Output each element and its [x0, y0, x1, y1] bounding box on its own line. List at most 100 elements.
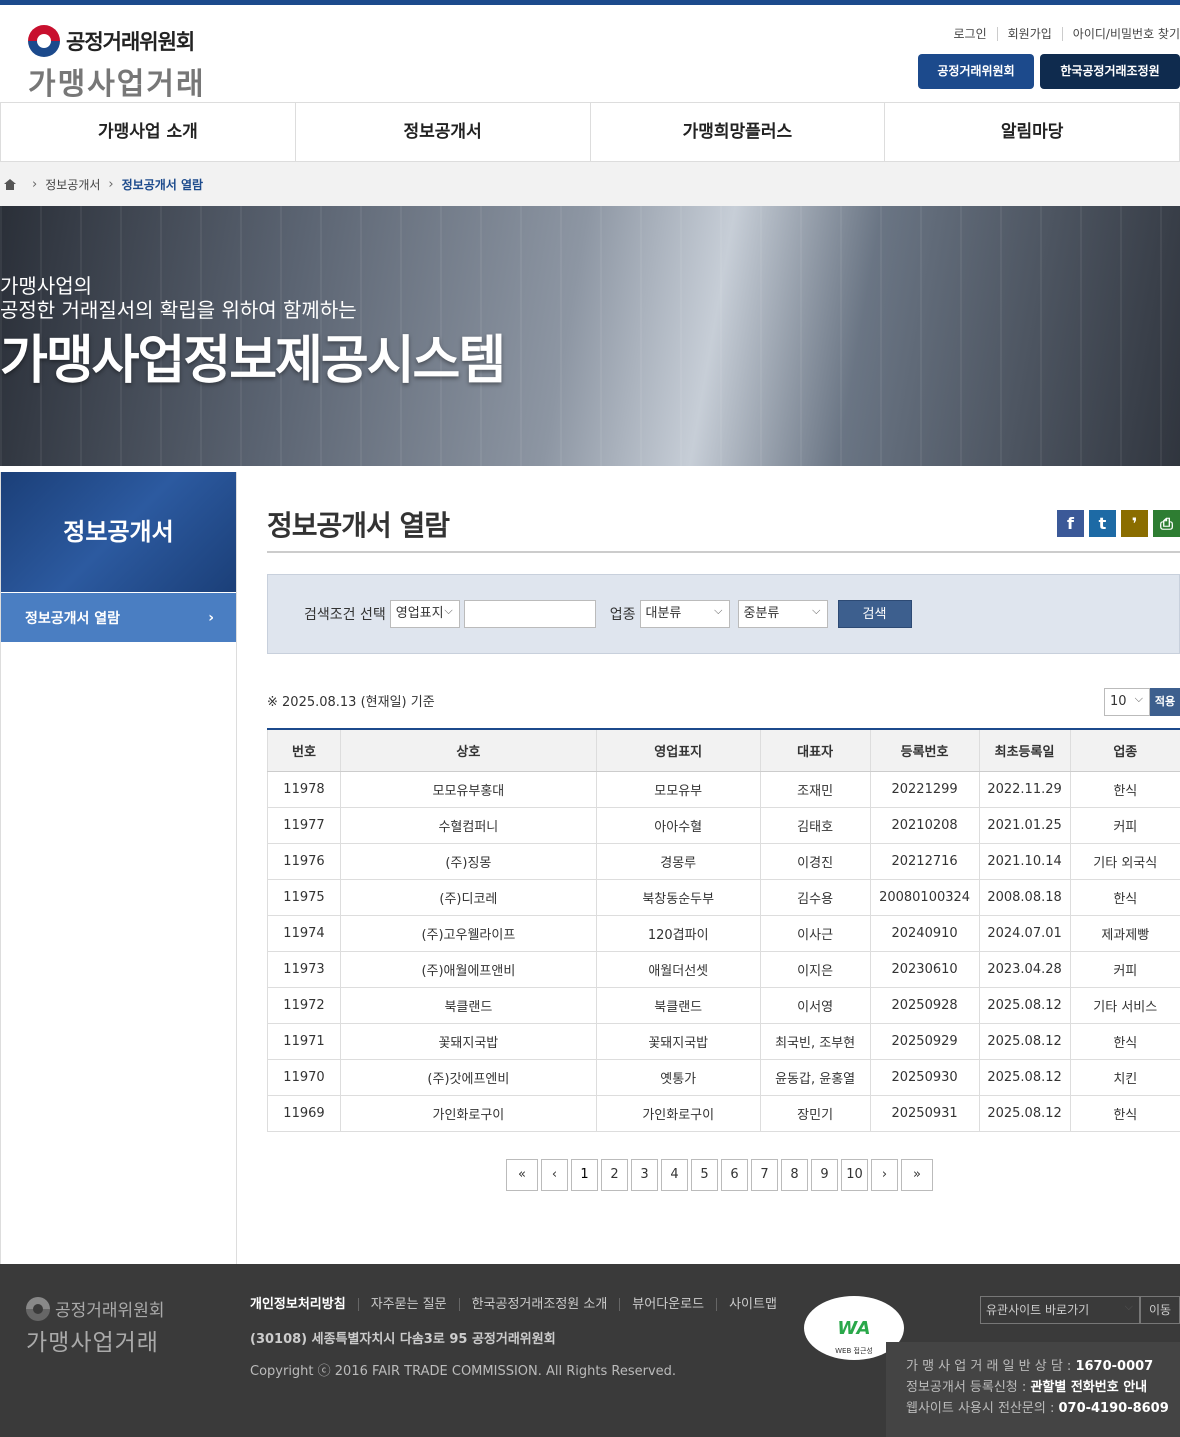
table-cell[interactable]: (주)고우웰라이프: [339, 915, 597, 952]
footer-link-kofair[interactable]: 한국공정거래조정원 소개: [458, 1298, 620, 1311]
page-number-button[interactable]: 6: [721, 1159, 748, 1191]
table-cell[interactable]: (주)애월에프앤비: [339, 951, 597, 988]
login-link[interactable]: 로그인: [943, 27, 996, 41]
table-row[interactable]: 11974 (주)고우웰라이프 120겹파이 이사근 20240910 2024.07.0…: [267, 915, 1180, 952]
table-cell[interactable]: 가인화로구이: [339, 1095, 597, 1132]
page-number-button[interactable]: 8: [781, 1159, 808, 1191]
print-icon[interactable]: ⎙: [1153, 510, 1180, 537]
page-number-button[interactable]: 9: [811, 1159, 838, 1191]
next-page-button[interactable]: ›: [871, 1159, 898, 1191]
table-cell: 20212716: [869, 843, 980, 880]
page-number-button[interactable]: 7: [751, 1159, 778, 1191]
table-row[interactable]: 11971 꽃돼지국밥 꽃돼지국밥 최국빈, 조부현 20250929 2025.08.1…: [267, 1023, 1180, 1060]
table-row[interactable]: 11975 (주)디코레 북창동순두부 김수용 20080100324 2008.08.1…: [267, 879, 1180, 916]
table-cell: 2021.01.25: [978, 807, 1071, 844]
footer-link-privacy[interactable]: 개인정보처리방침: [250, 1298, 358, 1311]
contact-value: 1670-0007: [1075, 1359, 1154, 1374]
table-cell[interactable]: 모모유부홍대: [339, 771, 597, 808]
table-cell: 조재민: [759, 771, 871, 808]
share-buttons: f t ❜ ⎙: [1057, 510, 1180, 537]
search-condition-select[interactable]: 영업표지: [389, 598, 460, 628]
per-page-select[interactable]: 10: [1104, 686, 1150, 716]
contact-line: 정보공개서 등록신청 : 관할별 전화번호 안내: [906, 1377, 1180, 1398]
industry-major-select[interactable]: 대분류: [639, 598, 730, 628]
contact-value: 070-4190-8609: [1058, 1401, 1169, 1416]
table-row[interactable]: 11973 (주)애월에프앤비 애월더선셋 이지은 20230610 2023.04.28…: [267, 951, 1180, 988]
industry-label: 업종: [609, 607, 636, 623]
page-number-button[interactable]: 5: [691, 1159, 718, 1191]
side-menu-item-disclosure-view[interactable]: 정보공개서 열람 ›: [1, 592, 236, 642]
table-cell: 11975: [267, 879, 341, 916]
page-number-button[interactable]: 4: [661, 1159, 688, 1191]
footer-link-faq[interactable]: 자주묻는 질문: [357, 1298, 459, 1311]
org-buttons: 공정거래위원회 한국공정거래조정원: [918, 54, 1180, 89]
table-cell[interactable]: 수혈컴퍼니: [339, 807, 597, 844]
search-condition-label: 검색조건 선택: [304, 607, 386, 623]
industry-minor-select[interactable]: 중분류: [737, 598, 828, 628]
search-keyword-input[interactable]: [463, 600, 596, 628]
taegeuk-emblem-icon: [26, 1296, 50, 1321]
page-number-button[interactable]: 1: [571, 1159, 598, 1191]
table-cell: 꽃돼지국밥: [595, 1023, 761, 1060]
table-cell: 20080100324: [869, 879, 980, 916]
table-cell: 김수용: [759, 879, 871, 916]
kofair-button[interactable]: 한국공정거래조정원: [1040, 54, 1180, 89]
page-number-button[interactable]: 10: [841, 1159, 868, 1191]
table-cell[interactable]: 꽃돼지국밥: [339, 1023, 597, 1060]
find-account-link[interactable]: 아이디/비밀번호 찾기: [1061, 27, 1180, 41]
last-page-button[interactable]: »: [901, 1159, 933, 1191]
footer-sub-name: 가맹사업거래: [26, 1330, 159, 1356]
nav-item-franchise-intro[interactable]: 가맹사업 소개: [0, 103, 295, 161]
contact-label: 정보공개서 등록신청 :: [906, 1380, 1027, 1395]
table-cell[interactable]: (주)갓에프엔비: [339, 1059, 597, 1096]
table-row[interactable]: 11978 모모유부홍대 모모유부 조재민 20221299 2022.11.29 한식: [267, 771, 1180, 808]
page-number-button[interactable]: 2: [601, 1159, 628, 1191]
table-row[interactable]: 11972 북클랜드 북클랜드 이서영 20250928 2025.08.12 기타 서비스: [267, 987, 1180, 1024]
wa-mark-label: WA: [837, 1317, 871, 1339]
footer-copyright: Copyright ⓒ 2016 FAIR TRADE COMMISSION. …: [250, 1364, 677, 1379]
nav-item-disclosure[interactable]: 정보공개서: [294, 103, 590, 161]
table-cell: 20250931: [869, 1095, 980, 1132]
footer-link-viewer[interactable]: 뷰어다운로드: [619, 1298, 716, 1311]
nav-item-notice[interactable]: 알림마당: [884, 103, 1180, 161]
twitter-icon[interactable]: t: [1089, 510, 1116, 537]
chevron-right-icon: ›: [208, 609, 214, 626]
home-icon[interactable]: [4, 178, 16, 190]
family-site-go-button[interactable]: 이동: [1140, 1296, 1180, 1324]
table-cell: 2021.10.14: [978, 843, 1071, 880]
table-cell: 커피: [1069, 807, 1180, 844]
column-header: 최초등록일: [978, 729, 1071, 772]
table-cell[interactable]: (주)징몽: [339, 843, 597, 880]
site-logo[interactable]: 공정거래위원회 가맹사업거래: [28, 25, 206, 103]
signup-link[interactable]: 회원가입: [996, 27, 1062, 41]
column-header: 등록번호: [869, 729, 980, 772]
table-row[interactable]: 11977 수혈컴퍼니 아아수혈 김태호 20210208 2021.01.25 커피: [267, 807, 1180, 844]
table-cell: 11976: [267, 843, 341, 880]
table-cell: 2025.08.12: [978, 1059, 1071, 1096]
prev-page-button[interactable]: ‹: [541, 1159, 568, 1191]
table-row[interactable]: 11970 (주)갓에프엔비 옛통가 윤동갑, 윤홍열 20250930 2025.08.…: [267, 1059, 1180, 1096]
first-page-button[interactable]: «: [506, 1159, 538, 1191]
table-row[interactable]: 11976 (주)징몽 경몽루 이경진 20212716 2021.10.14 기타 외국식: [267, 843, 1180, 880]
table-cell[interactable]: (주)디코레: [339, 879, 597, 916]
hero-banner: 가맹사업의 공정한 거래질서의 확립을 위하여 함께하는 가맹사업정보제공시스템: [0, 206, 1180, 466]
search-button[interactable]: 검색: [837, 600, 912, 628]
facebook-icon[interactable]: f: [1057, 510, 1084, 537]
ftc-button[interactable]: 공정거래위원회: [918, 54, 1034, 89]
nav-item-hope-plus[interactable]: 가맹희망플러스: [589, 103, 885, 161]
footer-links: 개인정보처리방침 자주묻는 질문 한국공정거래조정원 소개 뷰어다운로드 사이트…: [250, 1298, 789, 1311]
contact-label: 웹사이트 사용시 전산문의 :: [906, 1401, 1055, 1416]
table-cell: 기타 외국식: [1069, 843, 1180, 880]
side-menu-item-label: 정보공개서 열람: [25, 610, 121, 627]
table-cell: 윤동갑, 윤홍열: [759, 1059, 871, 1096]
apply-button[interactable]: 적용: [1150, 688, 1180, 716]
table-row[interactable]: 11969 가인화로구이 가인화로구이 장민기 20250931 2025.08.12 한식: [267, 1095, 1180, 1132]
family-site-select[interactable]: 유관사이트 바로가기: [980, 1294, 1140, 1324]
pagination: « ‹ 1 2 3 4 5 6 7 8 9 10 ›»: [506, 1159, 933, 1191]
footer-link-sitemap[interactable]: 사이트맵: [716, 1298, 789, 1311]
blog-icon[interactable]: ❜: [1121, 510, 1148, 537]
breadcrumb-level1[interactable]: 정보공개서: [45, 176, 100, 193]
table-cell[interactable]: 북클랜드: [339, 987, 597, 1024]
table-cell: 20230610: [869, 951, 980, 988]
page-number-button[interactable]: 3: [631, 1159, 658, 1191]
